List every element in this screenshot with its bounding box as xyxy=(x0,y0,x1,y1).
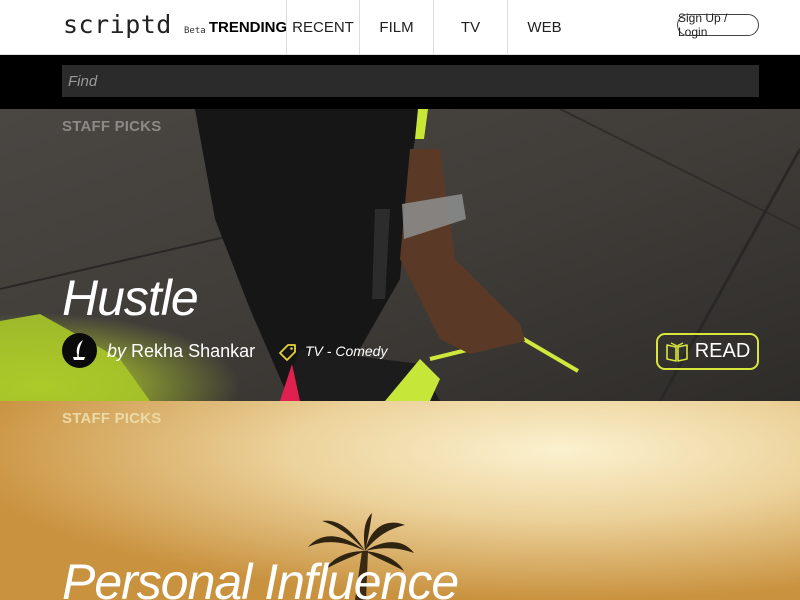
nav-web[interactable]: WEB xyxy=(508,0,581,54)
read-button-label: READ xyxy=(694,340,751,362)
genre-tag[interactable]: TV - Comedy xyxy=(305,343,387,359)
author-prefix: by xyxy=(107,341,127,361)
tag-icon xyxy=(279,344,296,361)
site-logo[interactable]: scriptd xyxy=(63,10,172,39)
story-title[interactable]: Personal Influence xyxy=(62,553,459,600)
feature-card-personal-influence[interactable]: STAFF PICKS Personal Influence xyxy=(0,401,800,600)
signup-login-button[interactable]: Sign Up / Login xyxy=(677,11,759,39)
top-navigation-bar: scriptd Beta TRENDING RECENT FILM TV WEB… xyxy=(0,0,800,55)
nav-recent[interactable]: RECENT xyxy=(287,0,359,54)
author-name[interactable]: Rekha Shankar xyxy=(131,341,255,361)
nav-film[interactable]: FILM xyxy=(360,0,433,54)
search-input[interactable] xyxy=(62,65,759,97)
open-book-icon xyxy=(665,341,688,362)
author-line: by Rekha Shankar xyxy=(107,341,255,362)
nav-trending[interactable]: TRENDING xyxy=(209,0,287,54)
beta-badge: Beta xyxy=(184,26,206,36)
nav-tv[interactable]: TV xyxy=(434,0,507,54)
staff-picks-label: STAFF PICKS xyxy=(62,410,162,427)
story-title[interactable]: Hustle xyxy=(62,269,199,327)
feature-card-hustle[interactable]: STAFF PICKS Hustle by Rekha Shankar TV -… xyxy=(0,109,800,401)
search-bar xyxy=(0,55,800,109)
staff-picks-label: STAFF PICKS xyxy=(62,118,162,135)
quill-pen-icon[interactable] xyxy=(62,333,97,368)
read-button[interactable]: READ xyxy=(656,333,759,370)
